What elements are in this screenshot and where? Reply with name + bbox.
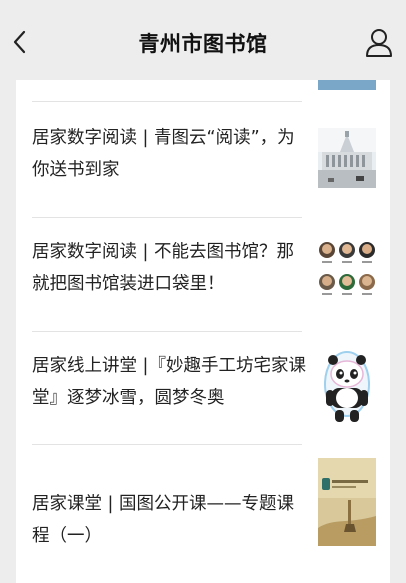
article-title: 居家数字阅读 | 不能去图书馆？那就把图书馆装进口袋里！ — [32, 242, 295, 294]
article-list: 居家数字阅读 | 青图云“阅读”，为你送书到家 居家数字阅读 | 不能去图书馆？… — [16, 80, 390, 583]
profile-button[interactable] — [364, 24, 394, 60]
article-title: 居家课堂 | 国图公开课——专题课程（一） — [32, 494, 295, 546]
top-bar: 青州市图书馆 — [0, 0, 406, 80]
article-title: 居家线上讲堂 |『妙趣手工坊宅家课堂』逐梦冰雪，圆梦冬奥 — [32, 356, 306, 408]
article-title: 居家数字阅读 | 青图云“阅读”，为你送书到家 — [32, 128, 295, 180]
library-building-thumbnail — [318, 128, 376, 188]
list-item[interactable]: 居家线上讲堂 |『妙趣手工坊宅家课堂』逐梦冰雪，圆梦冬奥 — [16, 344, 390, 462]
speaker-portraits-thumbnail — [318, 238, 376, 302]
user-icon — [366, 29, 392, 57]
page-title: 青州市图书馆 — [138, 32, 268, 56]
previous-article-thumbnail — [318, 80, 376, 90]
course-cover-thumbnail — [318, 458, 376, 546]
divider — [32, 444, 302, 445]
divider — [32, 101, 302, 102]
panda-mascot-thumbnail — [318, 344, 376, 430]
divider — [32, 217, 302, 218]
divider — [32, 331, 302, 332]
list-item[interactable]: 居家课堂 | 国图公开课——专题课程（一） — [16, 458, 390, 583]
